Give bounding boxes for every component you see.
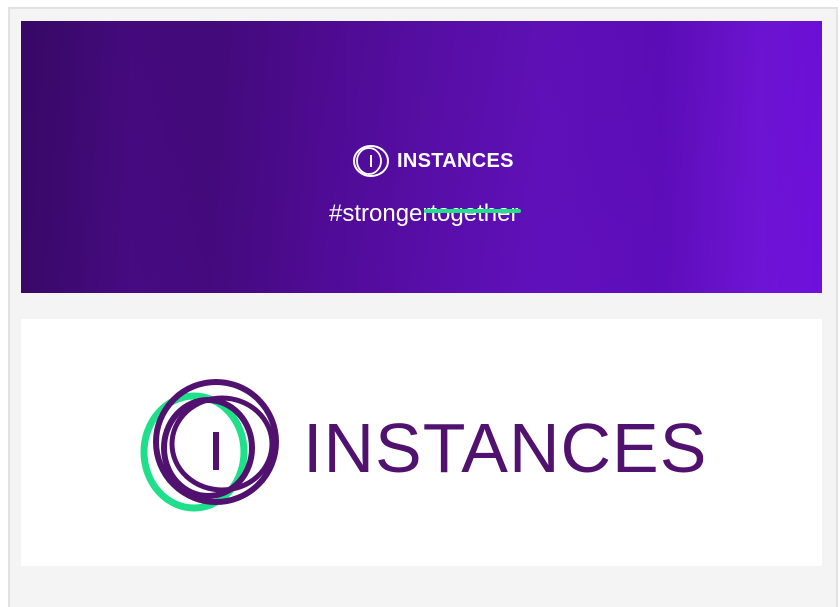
banner-brand-name: INSTANCES <box>397 150 514 172</box>
hashtag-underline <box>424 209 521 213</box>
promo-banner: INSTANCES #strongertogether <box>21 21 822 293</box>
main-brand-wordmark: INSTANCES <box>303 409 708 487</box>
instances-rings-icon <box>140 379 279 512</box>
instances-logo-icon <box>353 145 389 177</box>
logo-card: INSTANCES <box>21 319 822 566</box>
banner-hashtag: #strongertogether <box>329 200 519 227</box>
